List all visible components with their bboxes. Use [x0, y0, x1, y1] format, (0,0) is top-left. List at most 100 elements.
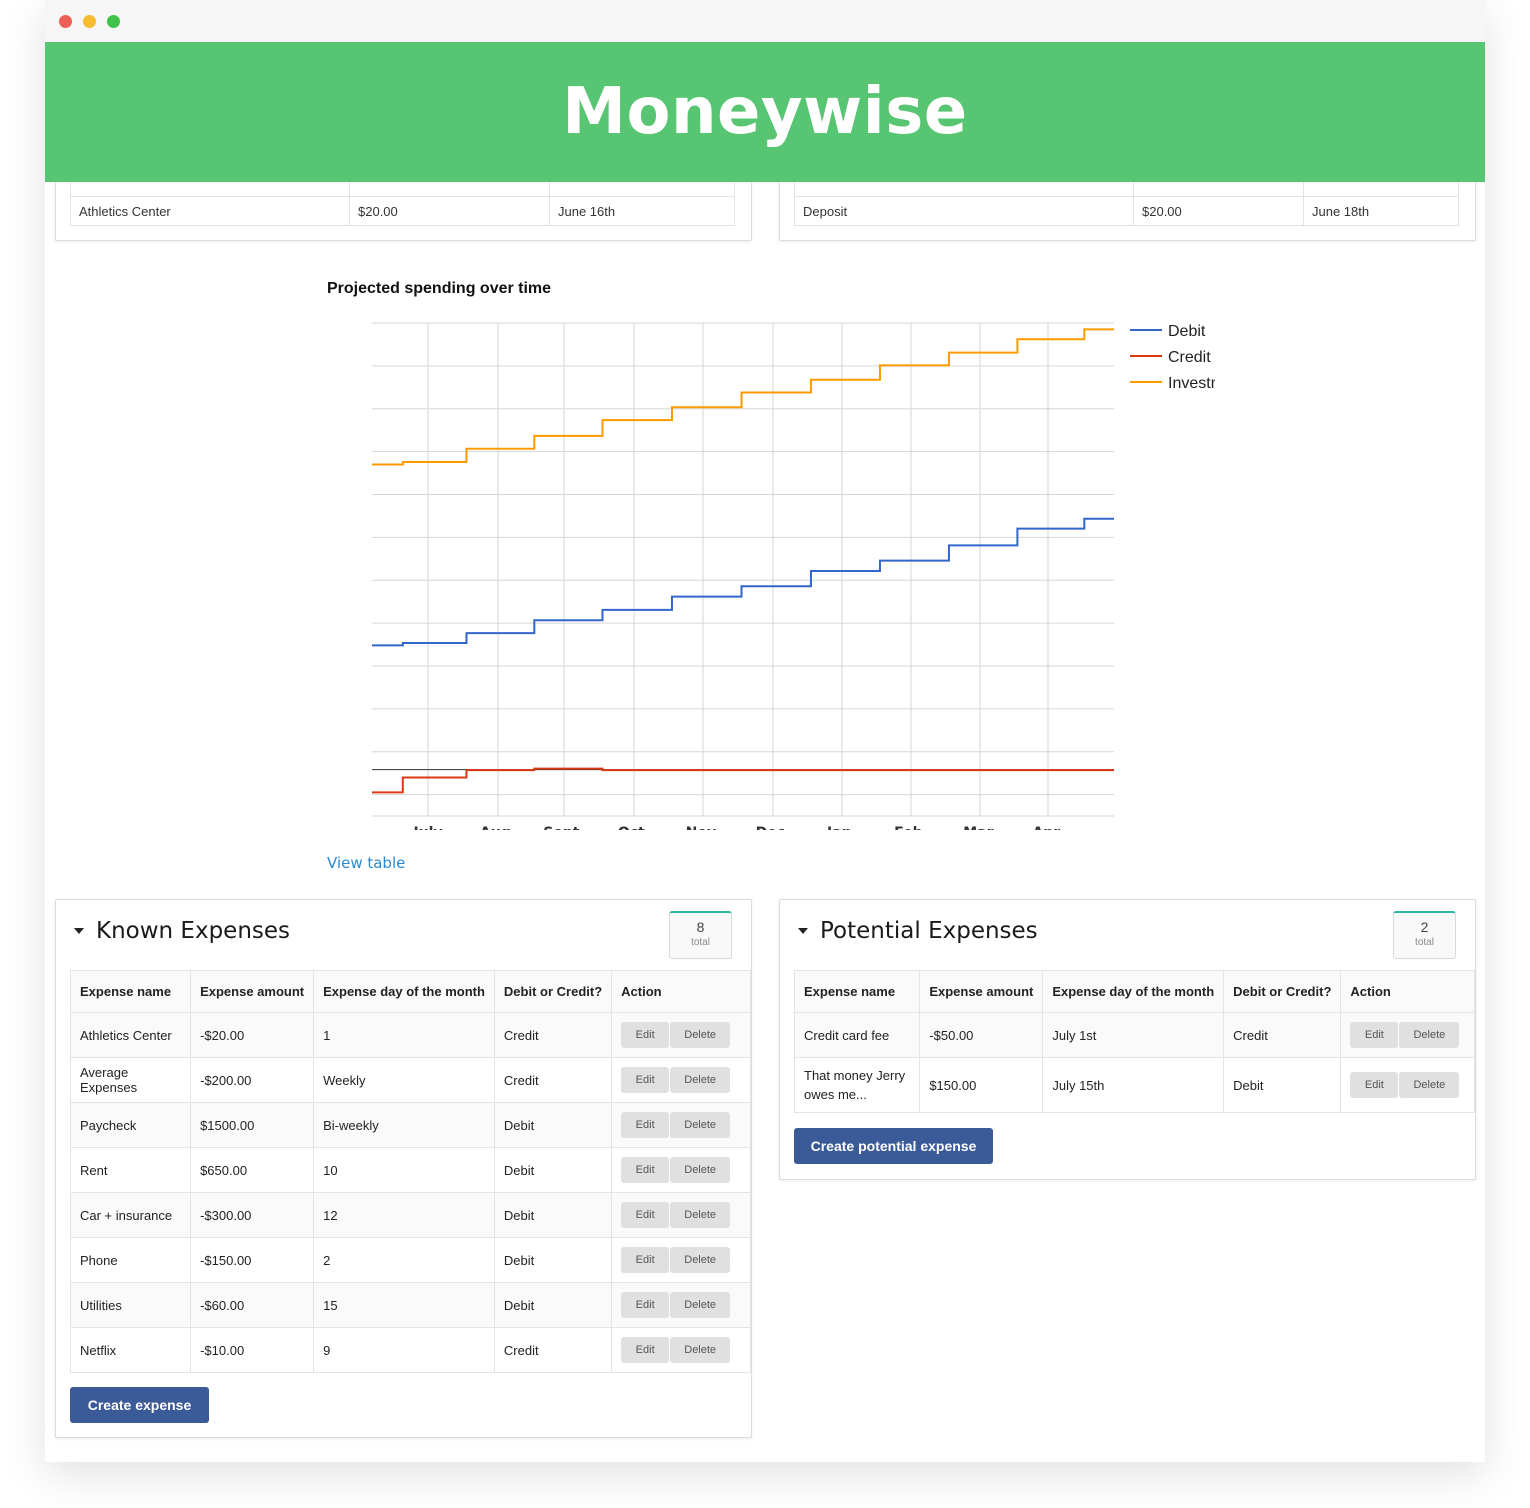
- column-header: Debit or Credit?: [493, 970, 613, 1013]
- potential-expenses-header[interactable]: Potential Expenses: [798, 918, 1038, 944]
- cell-action: Edit Delete: [611, 1057, 751, 1103]
- series-line-investment: [372, 328, 1114, 466]
- x-tick-label: Mar.: [963, 825, 997, 830]
- known-expenses-table: Expense name Expense amount Expense day …: [69, 970, 751, 1373]
- edit-button[interactable]: Edit: [621, 1157, 670, 1183]
- cell-name: Deposit: [794, 196, 1134, 226]
- cell-debit-credit: Debit: [493, 1237, 613, 1283]
- table-row: Paycheck $1500.00 Bi-weekly Debit Edit Delete: [69, 1102, 751, 1148]
- delete-button[interactable]: Delete: [670, 1337, 731, 1363]
- cell-expense-day: 9: [313, 1327, 495, 1373]
- table-row: That money Jerry owes me... $150.00 July 1…: [793, 1057, 1475, 1113]
- cell-expense-name: Average Expenses: [69, 1057, 192, 1103]
- cell-name: Athletics Center: [70, 196, 350, 226]
- x-tick-label: Feb.: [894, 825, 928, 830]
- table-header-row: Expense name Expense amount Expense day …: [793, 970, 1475, 1013]
- legend-label: Debit: [1168, 323, 1206, 340]
- cell-debit-credit: Credit: [493, 1057, 613, 1103]
- edit-button[interactable]: Edit: [621, 1067, 670, 1093]
- edit-button[interactable]: Edit: [1350, 1022, 1399, 1048]
- cell-expense-amount: -$60.00: [190, 1282, 315, 1328]
- table-row: Athletics Center -$20.00 1 Credit Edit Delete: [69, 1012, 751, 1058]
- column-header: Expense day of the month: [313, 970, 495, 1013]
- chart-plot: July Aug. Sept. Oct. Nov. Dec. Jan. Feb. Mar. Apr…: [372, 322, 1215, 830]
- known-expenses-card: Known Expenses 8 total Expense name Expe…: [55, 899, 752, 1438]
- cell-expense-amount: -$10.00: [190, 1327, 315, 1373]
- cell-debit-credit: Debit: [493, 1282, 613, 1328]
- column-header: Action: [1340, 970, 1475, 1013]
- x-tick-label: July: [412, 825, 442, 830]
- edit-button[interactable]: Edit: [621, 1202, 670, 1228]
- cell-expense-amount: -$50.00: [919, 1012, 1044, 1058]
- cell-expense-name: Credit card fee: [793, 1012, 921, 1058]
- view-table-link[interactable]: View table: [327, 854, 405, 872]
- section-title: Potential Expenses: [820, 918, 1038, 944]
- cell-expense-amount: -$200.00: [190, 1057, 315, 1103]
- cell-action: Edit Delete: [611, 1237, 751, 1283]
- cell-expense-day: July 1st: [1042, 1012, 1225, 1058]
- x-tick-label: Sept.: [543, 825, 585, 830]
- browser-window: Moneywise Chipotle $125.00 June 14th Ath…: [45, 0, 1485, 1462]
- delete-button[interactable]: Delete: [670, 1247, 731, 1273]
- delete-button[interactable]: Delete: [670, 1292, 731, 1318]
- cell-debit-credit: Debit: [493, 1147, 613, 1193]
- caret-down-icon[interactable]: [798, 928, 808, 934]
- cell-action: Edit Delete: [611, 1327, 751, 1373]
- edit-button[interactable]: Edit: [621, 1112, 670, 1138]
- count-label: total: [1415, 937, 1434, 948]
- edit-button[interactable]: Edit: [621, 1337, 670, 1363]
- known-count-badge: 8 total: [669, 911, 732, 959]
- table-row: Car + insurance -$300.00 12 Debit Edit Delete: [69, 1192, 751, 1238]
- cell-expense-day: Weekly: [313, 1057, 495, 1103]
- edit-button[interactable]: Edit: [1350, 1072, 1399, 1098]
- delete-button[interactable]: Delete: [670, 1067, 731, 1093]
- cell-amount: $20.00: [1133, 196, 1304, 226]
- edit-button[interactable]: Edit: [621, 1247, 670, 1273]
- column-header: Expense name: [793, 970, 921, 1013]
- cell-expense-name: Paycheck: [69, 1102, 192, 1148]
- delete-button[interactable]: Delete: [670, 1202, 731, 1228]
- app-header: Moneywise: [45, 42, 1485, 182]
- x-tick-label: Aug.: [480, 825, 516, 830]
- cell-expense-day: Bi-weekly: [313, 1102, 495, 1148]
- cell-expense-amount: $650.00: [190, 1147, 315, 1193]
- delete-button[interactable]: Delete: [1399, 1072, 1460, 1098]
- cell-expense-day: 12: [313, 1192, 495, 1238]
- edit-button[interactable]: Edit: [621, 1292, 670, 1318]
- cell-expense-amount: $150.00: [919, 1057, 1044, 1113]
- maximize-window-icon[interactable]: [107, 15, 120, 28]
- caret-down-icon[interactable]: [74, 928, 84, 934]
- delete-button[interactable]: Delete: [670, 1022, 731, 1048]
- known-expenses-header[interactable]: Known Expenses: [74, 918, 290, 944]
- column-header: Debit or Credit?: [1223, 970, 1342, 1013]
- cell-expense-day: July 15th: [1042, 1057, 1225, 1113]
- column-header: Action: [611, 970, 751, 1013]
- delete-button[interactable]: Delete: [1399, 1022, 1460, 1048]
- count-number: 2: [1420, 919, 1429, 935]
- cell-debit-credit: Debit: [493, 1192, 613, 1238]
- minimize-window-icon[interactable]: [83, 15, 96, 28]
- cell-action: Edit Delete: [1340, 1057, 1475, 1113]
- delete-button[interactable]: Delete: [670, 1112, 731, 1138]
- x-tick-label: Apr.: [1032, 825, 1063, 830]
- cell-action: Edit Delete: [611, 1102, 751, 1148]
- potential-expenses-table: Expense name Expense amount Expense day …: [793, 970, 1475, 1113]
- table-row: Deposit $20.00 June 18th: [794, 196, 1459, 226]
- app-title: Moneywise: [562, 75, 968, 149]
- close-window-icon[interactable]: [59, 15, 72, 28]
- table-row: Athletics Center $20.00 June 16th: [70, 196, 735, 226]
- cell-amount: $20.00: [349, 196, 550, 226]
- cell-debit-credit: Credit: [493, 1327, 613, 1373]
- cell-expense-name: Car + insurance: [69, 1192, 192, 1238]
- delete-button[interactable]: Delete: [670, 1157, 731, 1183]
- cell-expense-day: 10: [313, 1147, 495, 1193]
- table-header-row: Expense name Expense amount Expense day …: [69, 970, 751, 1013]
- cell-expense-name: Netflix: [69, 1327, 192, 1373]
- table-row: Utilities -$60.00 15 Debit Edit Delete: [69, 1282, 751, 1328]
- create-potential-expense-button[interactable]: Create potential expense: [794, 1128, 993, 1164]
- create-expense-button[interactable]: Create expense: [70, 1387, 209, 1423]
- edit-button[interactable]: Edit: [621, 1022, 670, 1048]
- x-tick-label: Oct.: [618, 825, 650, 830]
- column-header: Expense amount: [919, 970, 1044, 1013]
- potential-expenses-card: Potential Expenses 2 total Expense name …: [779, 899, 1476, 1180]
